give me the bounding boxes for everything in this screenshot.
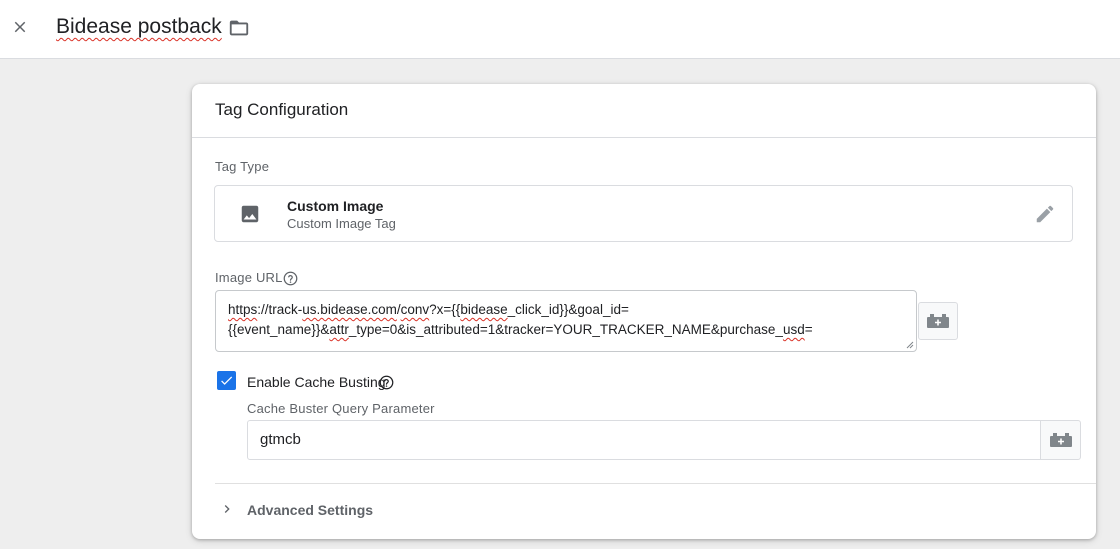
- tag-type-description: Custom Image Tag: [287, 216, 396, 231]
- image-url-variable-button[interactable]: [918, 302, 958, 340]
- url-segment: =: [804, 322, 813, 337]
- tag-name-title[interactable]: Bidease postback: [56, 15, 222, 39]
- url-segment: attr: [329, 322, 349, 337]
- url-segment: _click_id}}&goal_id=: [507, 302, 629, 317]
- chevron-right-icon: [224, 505, 230, 513]
- variable-block-icon: [927, 314, 949, 328]
- url-segment: {{event_name}}&: [228, 322, 330, 337]
- card-header: Tag Configuration: [192, 84, 1096, 138]
- cache-buster-variable-button[interactable]: [1040, 420, 1081, 460]
- checkmark-icon: [221, 376, 233, 385]
- image-url-input[interactable]: https://track-us.bidease.com/conv?x={{bi…: [215, 290, 917, 352]
- section-divider: [215, 483, 1096, 484]
- variable-block-icon: [1049, 433, 1072, 447]
- top-bar: Bidease postback: [0, 0, 1120, 59]
- cache-buster-param-input[interactable]: gtmcb: [247, 420, 1041, 460]
- image-url-line-2: {{event_name}}&attr_type=0&is_attributed…: [228, 320, 904, 340]
- card-title: Tag Configuration: [215, 100, 349, 119]
- tag-type-name: Custom Image: [287, 198, 384, 214]
- url-segment: us.bidease.com: [302, 302, 397, 317]
- url-segment: conv: [400, 302, 430, 317]
- url-segment: usd: [782, 322, 805, 337]
- tag-type-selector[interactable]: Custom Image Custom Image Tag: [214, 185, 1073, 242]
- url-segment: https: [228, 302, 258, 317]
- advanced-settings-toggle[interactable]: Advanced Settings: [215, 496, 515, 524]
- cache-busting-checkbox[interactable]: [217, 371, 236, 390]
- close-icon: [14, 21, 26, 33]
- folder-button[interactable]: [226, 15, 252, 41]
- url-segment: _type=0&is_attributed=1&tracker=YOUR_TRA…: [348, 322, 783, 337]
- pencil-icon[interactable]: [1034, 203, 1056, 225]
- image-url-line-1: https://track-us.bidease.com/conv?x={{bi…: [228, 300, 904, 320]
- help-icon[interactable]: [379, 375, 394, 390]
- folder-icon: [229, 20, 249, 36]
- url-segment: bidease: [460, 302, 508, 317]
- close-button[interactable]: [6, 13, 34, 41]
- help-icon[interactable]: [283, 271, 298, 286]
- image-url-label: Image URL: [215, 270, 283, 285]
- cache-buster-param-label: Cache Buster Query Parameter: [247, 401, 435, 416]
- advanced-settings-label: Advanced Settings: [247, 502, 374, 518]
- url-segment: ://track-: [257, 302, 303, 317]
- tag-type-label: Tag Type: [215, 159, 270, 174]
- image-icon: [241, 205, 259, 223]
- cache-busting-label[interactable]: Enable Cache Busting: [247, 374, 386, 390]
- url-segment: ?x={{: [429, 302, 461, 317]
- resize-handle-icon[interactable]: [906, 341, 914, 349]
- tag-configuration-card: Tag Configuration Tag Type Custom Image …: [192, 84, 1096, 539]
